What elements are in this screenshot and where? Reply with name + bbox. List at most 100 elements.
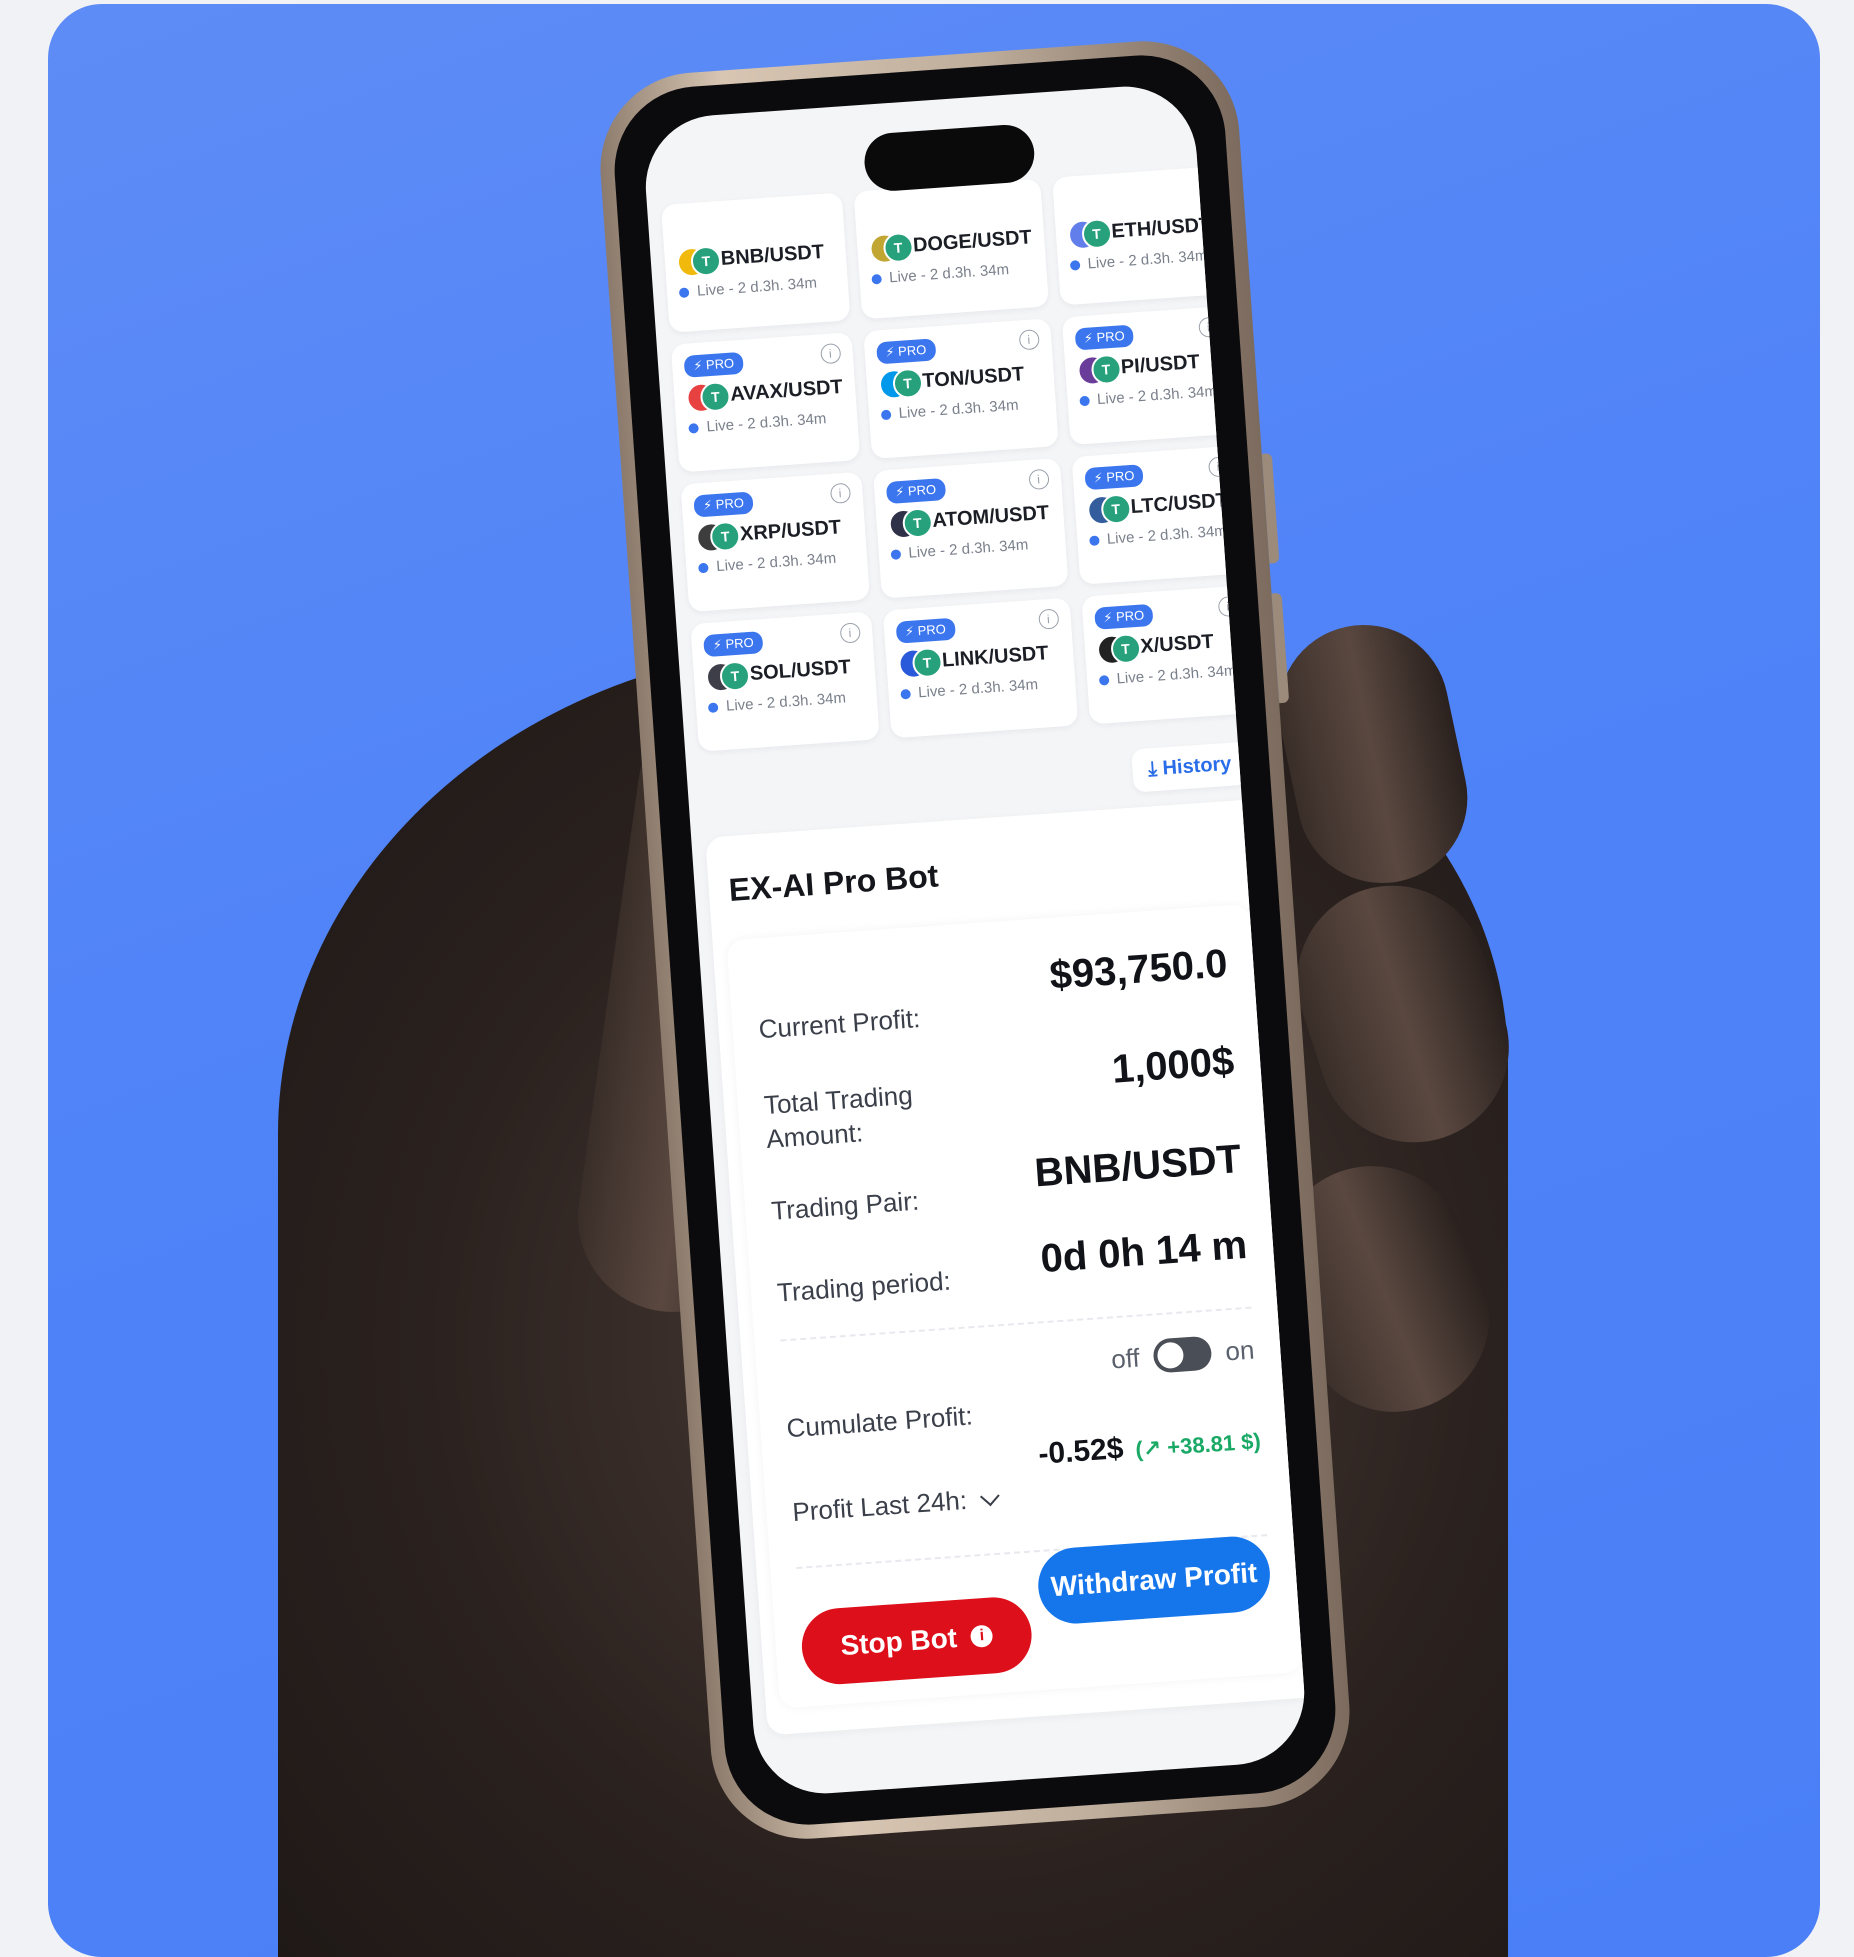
pair-status: Live - 2 d.3h. 34m <box>707 688 865 716</box>
live-dot-icon <box>1088 534 1100 546</box>
pair-card[interactable]: T BNB/USDT Live - 2 d.3h. 34m <box>660 192 851 333</box>
total-trading-label: Total Trading Amount: <box>762 1079 914 1155</box>
phone-screen: T BNB/USDT Live - 2 d.3h. 34m T DOGE/USDT Liv… <box>641 81 1309 1799</box>
pro-badge-label: PRO <box>705 355 735 373</box>
info-icon: i <box>970 1624 994 1648</box>
pro-badge: ⚡ PRO <box>683 351 744 378</box>
pair-status-text: Live - 2 d.3h. 34m <box>1116 662 1238 688</box>
profit-24h-value: -0.52$ <box>1037 1431 1125 1471</box>
coin-pair-icon: T <box>685 380 732 414</box>
info-icon[interactable]: i <box>1207 456 1229 478</box>
phone: T BNB/USDT Live - 2 d.3h. 34m T DOGE/USDT Liv… <box>594 34 1356 1846</box>
withdraw-profit-button[interactable]: Withdraw Profit <box>1035 1534 1273 1627</box>
pair-card[interactable]: T ETH/USDT Live - 2 d.3h. 34m <box>1051 166 1229 306</box>
coin-pair-icon: T <box>868 231 915 265</box>
pair-name: SOL/USDT <box>749 655 852 685</box>
trading-period-value: 0d 0h 14 m <box>1039 1222 1249 1282</box>
info-icon[interactable]: i <box>1217 595 1239 618</box>
info-icon[interactable]: i <box>1027 468 1050 491</box>
pair-card[interactable]: T DOGE/USDT Live - 2 d.3h. 34m <box>853 178 1049 320</box>
pro-badge-label: PRO <box>715 495 745 513</box>
pair-row: T PI/USDT <box>1076 346 1222 387</box>
pair-row: T DOGE/USDT <box>868 223 1032 265</box>
info-icon[interactable]: i <box>829 482 851 504</box>
pair-status-text: Live - 2 d.3h. 34m <box>917 676 1039 702</box>
pair-status-text: Live - 2 d.3h. 34m <box>715 549 837 576</box>
profit-24h-values: -0.52$ (↗ +38.81 $) <box>1037 1422 1261 1471</box>
pair-card[interactable]: ⚡ PRO i T LINK/USDT Live - 2 d.3h. 34m <box>882 597 1078 739</box>
toggle-knob <box>1156 1341 1185 1370</box>
pair-status-text: Live - 2 d.3h. 34m <box>696 274 818 300</box>
coin-pair-icon: T <box>1076 353 1123 387</box>
pro-badge: ⚡ PRO <box>703 631 764 658</box>
info-icon[interactable]: i <box>819 342 842 365</box>
pair-status-text: Live - 2 d.3h. 34m <box>705 410 827 436</box>
coin-pair-icon: T <box>897 646 944 680</box>
pair-status: Live - 2 d.3h. 34m <box>688 409 845 437</box>
total-trading-value: 1,000$ <box>1110 1039 1236 1092</box>
pair-name: X/USDT <box>1139 630 1215 658</box>
info-icon[interactable]: i <box>1037 608 1059 630</box>
pair-status-text: Live - 2 d.3h. 34m <box>898 396 1020 423</box>
pair-status: Live - 2 d.3h. 34m <box>698 548 855 576</box>
live-dot-icon <box>890 548 901 560</box>
coin-pair-icon: T <box>887 506 934 540</box>
coin-pair-icon: T <box>705 660 752 694</box>
profit-24h-dropdown[interactable]: Profit Last 24h: <box>791 1483 1000 1528</box>
pair-row: T SOL/USDT <box>705 652 863 694</box>
pair-card[interactable]: ⚡ PRO i T LTC/USDT Live - 2 d.3h. 34m <box>1071 445 1248 585</box>
pair-status-text: Live - 2 d.3h. 34m <box>725 689 847 715</box>
live-dot-icon <box>678 286 690 298</box>
pair-row: T LINK/USDT <box>897 638 1061 680</box>
pair-card[interactable]: ⚡ PRO i T PI/USDT Live - 2 d.3h. 34m <box>1061 305 1238 446</box>
pro-badge: ⚡ PRO <box>693 491 754 518</box>
pair-row: T TON/USDT <box>877 359 1042 401</box>
divider <box>780 1306 1252 1342</box>
pair-status-text: Live - 2 d.3h. 34m <box>907 536 1029 562</box>
pro-badge-label: PRO <box>907 481 937 499</box>
pair-card[interactable]: ⚡ PRO i T X/USDT Live - 2 d.3h. 34m <box>1080 585 1258 725</box>
pair-status: Live - 2 d.3h. 34m <box>899 674 1064 702</box>
pair-card[interactable]: ⚡ PRO i T XRP/USDT Live - 2 d.3h. 34m <box>680 471 870 613</box>
pair-card[interactable]: ⚡ PRO i T TON/USDT Live - 2 d.3h. 34m <box>862 318 1059 460</box>
pair-status-text: Live - 2 d.3h. 34m <box>1096 382 1218 409</box>
history-link[interactable]: ⤓ History <box>1130 741 1249 793</box>
trading-pair-label: Trading Pair: <box>770 1185 920 1226</box>
download-icon: ⤓ <box>1147 757 1158 781</box>
pair-name: PI/USDT <box>1120 350 1201 378</box>
pair-row: T BNB/USDT <box>676 237 834 279</box>
live-dot-icon <box>870 273 882 285</box>
pro-badge: ⚡ PRO <box>885 478 946 505</box>
dynamic-island <box>862 123 1037 193</box>
pair-name: TON/USDT <box>921 362 1025 392</box>
cumulate-profit-toggle[interactable] <box>1152 1335 1213 1374</box>
pair-name: LTC/USDT <box>1129 488 1229 518</box>
info-icon[interactable]: i <box>1018 329 1040 351</box>
pair-card[interactable]: ⚡ PRO i T AVAX/USDT Live - 2 d.3h. 34m <box>670 332 860 473</box>
live-dot-icon <box>1098 674 1110 686</box>
pair-row: T ETH/USDT <box>1066 211 1213 251</box>
live-dot-icon <box>688 422 699 434</box>
toggle-off-label: off <box>1110 1342 1141 1374</box>
pair-row: T LTC/USDT <box>1085 486 1232 527</box>
pair-row: T X/USDT <box>1095 626 1242 666</box>
bot-stats-card: Current Profit: $93,750.0 Total Trading … <box>726 903 1303 1709</box>
pro-badge-label: PRO <box>724 634 755 652</box>
pair-name: BNB/USDT <box>720 240 825 270</box>
pair-card[interactable]: ⚡ PRO i T SOL/USDT Live - 2 d.3h. 34m <box>690 611 880 752</box>
profit-24h-label: Profit Last 24h: <box>791 1484 968 1528</box>
pair-name: LINK/USDT <box>941 641 1050 672</box>
cumulate-profit-label: Cumulate Profit: <box>785 1400 974 1444</box>
info-icon[interactable]: i <box>839 622 861 644</box>
pro-badge-label: PRO <box>917 621 947 639</box>
pair-status-text: Live - 2 d.3h. 34m <box>1087 247 1209 273</box>
bot-title: EX-AI Pro Bot <box>727 857 940 909</box>
pro-badge: ⚡ PRO <box>895 617 956 644</box>
pair-status-text: Live - 2 d.3h. 34m <box>888 261 1010 287</box>
stop-bot-button[interactable]: Stop Bot i <box>799 1594 1035 1687</box>
pro-badge: ⚡ PRO <box>1093 603 1154 630</box>
pair-status: Live - 2 d.3h. 34m <box>1088 522 1233 549</box>
live-dot-icon <box>880 409 892 420</box>
pair-card[interactable]: ⚡ PRO i T ATOM/USDT Live - 2 d.3h. 34m <box>872 457 1069 599</box>
info-icon[interactable]: i <box>1197 316 1220 338</box>
